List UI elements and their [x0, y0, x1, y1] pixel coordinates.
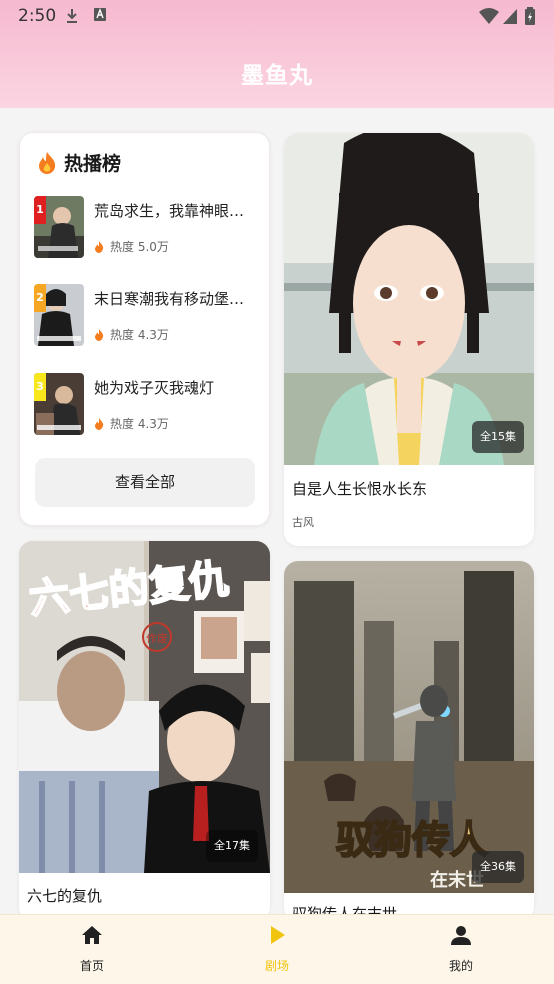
episode-badge: 全17集 — [206, 830, 258, 862]
drama-card[interactable]: 驭狗传人 在末世 全36集 驭狗传人在末世 — [284, 561, 534, 921]
drama-title: 六七的复仇 — [27, 887, 103, 905]
rank-heat-text: 热度 4.3万 — [110, 417, 169, 431]
fire-icon — [95, 328, 104, 341]
rank-heat-text: 热度 5.0万 — [110, 240, 169, 254]
text-a-icon — [94, 8, 106, 21]
status-bar: 2:50 — [0, 0, 554, 32]
wifi-icon — [479, 8, 499, 24]
view-all-button[interactable]: 查看全部 — [35, 458, 255, 507]
signal-icon — [503, 9, 517, 24]
episode-badge: 全36集 — [472, 851, 524, 883]
drama-tag: 古风 — [292, 516, 314, 529]
rank-title: 末日寒潮我有移动堡… — [94, 290, 245, 308]
nav-item-home[interactable]: 首页 — [52, 915, 132, 984]
rank-badge: 1 — [34, 196, 46, 224]
nav-label-mine: 我的 — [448, 959, 473, 973]
home-icon — [82, 926, 102, 944]
nav-label-theater: 剧场 — [264, 959, 289, 973]
header: 2:50 墨鱼丸 — [0, 0, 554, 108]
episode-badge: 全15集 — [472, 421, 524, 453]
rank-thumbnail: 3 — [34, 373, 84, 435]
fire-icon — [95, 417, 104, 430]
rank-badge: 2 — [34, 284, 46, 312]
poster-stamp-text: 作废 — [146, 631, 168, 645]
battery-icon — [525, 7, 535, 25]
rank-heat: 热度 5.0万 — [94, 238, 169, 255]
app-title: 墨鱼丸 — [241, 63, 313, 89]
drama-poster: 驭狗传人 在末世 全36集 — [284, 561, 534, 893]
bottom-nav: 首页 剧场 我的 — [0, 914, 554, 984]
rank-item[interactable]: 2 末日寒潮我有移动堡… 热度 4.3万 — [34, 284, 259, 346]
nav-label-home: 首页 — [79, 959, 104, 973]
nav-item-theater[interactable]: 剧场 — [237, 915, 317, 984]
rank-item[interactable]: 3 她为戏子灭我魂灯 热度 4.3万 — [34, 373, 259, 435]
rank-badge: 3 — [34, 373, 46, 401]
drama-title: 自是人生长恨水长东 — [292, 480, 428, 498]
rank-heat-text: 热度 4.3万 — [110, 328, 169, 342]
status-time: 2:50 — [18, 6, 57, 26]
fire-icon — [39, 151, 56, 174]
hot-list-header: 热播榜 — [36, 149, 121, 176]
drama-poster: 全15集 — [284, 133, 534, 465]
hot-list-title: 热播榜 — [64, 153, 122, 175]
poster-title-text: 驭狗传人 — [336, 818, 488, 862]
rank-item[interactable]: 1 荒岛求生，我靠神眼… 热度 5.0万 — [34, 196, 259, 258]
rank-thumbnail: 1 — [34, 196, 84, 258]
rank-title: 荒岛求生，我靠神眼… — [94, 202, 245, 220]
fire-icon — [95, 240, 104, 253]
rank-heat: 热度 4.3万 — [94, 326, 169, 343]
drama-poster: 六七的复仇 作废 全17集 — [19, 541, 270, 873]
nav-item-mine[interactable]: 我的 — [421, 915, 501, 984]
download-icon — [67, 9, 77, 23]
rank-thumbnail: 2 — [34, 284, 84, 346]
play-icon — [271, 926, 285, 944]
hot-list-card: 热播榜 1 荒岛求生，我靠神眼… 热度 5.0万 2 末日寒潮我有移动堡… 热度… — [19, 132, 270, 526]
rank-title: 她为戏子灭我魂灯 — [94, 379, 215, 397]
drama-card[interactable]: 六七的复仇 作废 全17集 六七的复仇 — [19, 541, 270, 921]
rank-heat: 热度 4.3万 — [94, 415, 169, 432]
drama-card[interactable]: 全15集 自是人生长恨水长东 古风 — [284, 133, 534, 546]
person-icon — [451, 926, 471, 945]
